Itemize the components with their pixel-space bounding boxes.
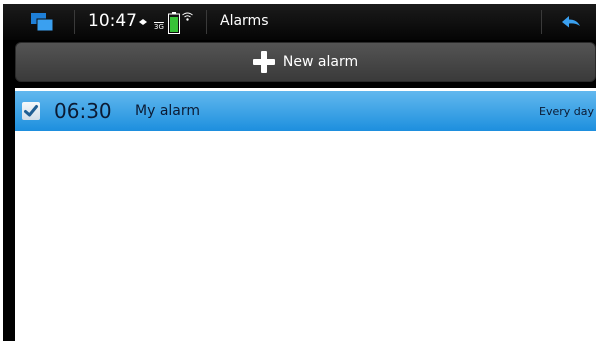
- app-title: Alarms: [220, 13, 269, 29]
- alarm-repeat: Every day: [539, 105, 594, 118]
- wifi-icon: [182, 12, 193, 21]
- status-bar: 10:47 3G Alarms: [3, 4, 596, 40]
- alarm-row[interactable]: 06:30 My alarm Every day: [15, 91, 596, 131]
- status-divider: [206, 10, 207, 34]
- status-divider: [541, 10, 542, 34]
- content-area: New alarm 06:30 My alarm Every day: [3, 40, 596, 341]
- alarm-name: My alarm: [135, 103, 201, 119]
- alarm-time: 06:30: [54, 99, 112, 123]
- checkmark-icon: [24, 105, 38, 117]
- new-alarm-button[interactable]: New alarm: [15, 42, 596, 82]
- device-screen: 10:47 3G Alarms New alarm 06:30 My alarm…: [0, 0, 599, 341]
- status-divider: [74, 10, 75, 34]
- task-switcher-icon[interactable]: [31, 13, 53, 31]
- new-alarm-label: New alarm: [282, 54, 359, 70]
- network-type: 3G: [154, 23, 164, 31]
- alarm-enabled-checkbox[interactable]: [22, 102, 40, 120]
- battery-icon: [168, 12, 180, 34]
- back-button[interactable]: [546, 4, 596, 40]
- alarm-set-icon: [139, 19, 147, 25]
- back-arrow-icon: [562, 16, 580, 28]
- alarm-list: 06:30 My alarm Every day: [15, 88, 596, 341]
- plus-icon: [252, 51, 275, 73]
- clock: 10:47: [88, 11, 137, 31]
